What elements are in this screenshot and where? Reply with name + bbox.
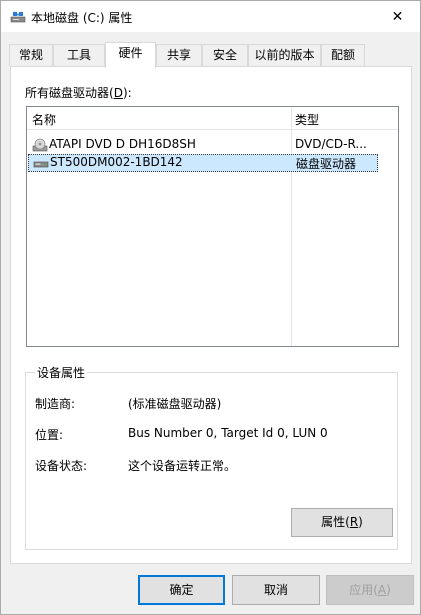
column-header-name[interactable]: 名称: [32, 111, 56, 128]
tab-sharing[interactable]: 共享: [156, 44, 202, 66]
manufacturer-value: (标准磁盘驱动器): [128, 397, 222, 411]
list-item[interactable]: ATAPI DVD D DH16D8SH DVD/CD-R...: [27, 136, 398, 154]
apply-button[interactable]: 应用(A): [326, 575, 414, 605]
group-title: 设备属性: [35, 364, 88, 381]
list-item[interactable]: ST500DM002-1BD142 磁盘驱动器: [28, 154, 378, 172]
column-header-type[interactable]: 类型: [295, 111, 319, 128]
tab-strip: 常规 工具 硬件 共享 安全 以前的版本 配额: [9, 42, 413, 68]
hard-disk-icon: [33, 161, 49, 168]
location-value: Bus Number 0, Target Id 0, LUN 0: [128, 426, 328, 440]
drive-icon: [10, 11, 26, 23]
dvd-drive-icon: [32, 138, 48, 152]
device-status-label: 设备状态:: [35, 459, 88, 473]
manufacturer-label: 制造商:: [35, 397, 76, 411]
close-button[interactable]: ✕: [375, 1, 420, 32]
title-bar: 本地磁盘 (C:) 属性 ✕: [1, 1, 420, 32]
tab-quota[interactable]: 配额: [321, 44, 365, 66]
device-name: ST500DM002-1BD142: [50, 155, 183, 169]
properties-dialog: 本地磁盘 (C:) 属性 ✕ 常规 工具 硬件 共享 安全 以前的版本 配额 所…: [0, 0, 421, 615]
tab-general[interactable]: 常规: [9, 44, 53, 66]
all-disks-label: 所有磁盘驱动器(D):: [25, 86, 132, 100]
device-properties-group: 设备属性 制造商: (标准磁盘驱动器) 位置: Bus Number 0, Ta…: [25, 364, 398, 550]
device-status-value: 这个设备运转正常。: [128, 459, 237, 473]
device-type: 磁盘驱动器: [296, 157, 357, 171]
close-icon: ✕: [391, 8, 404, 25]
list-header: 名称 类型: [27, 107, 398, 130]
disk-list[interactable]: 名称 类型 ATAPI DVD D DH16D8SH DVD/CD-R... S…: [26, 106, 399, 347]
location-label: 位置:: [35, 428, 64, 442]
tab-security[interactable]: 安全: [202, 44, 248, 66]
tab-tools[interactable]: 工具: [53, 44, 105, 66]
tab-hardware[interactable]: 硬件: [105, 42, 156, 68]
ok-button[interactable]: 确定: [138, 575, 225, 605]
properties-button[interactable]: 属性(R): [291, 508, 393, 537]
tab-previous-versions[interactable]: 以前的版本: [248, 44, 321, 66]
device-type: DVD/CD-R...: [295, 137, 367, 151]
cancel-button[interactable]: 取消: [232, 575, 320, 605]
window-title: 本地磁盘 (C:) 属性: [31, 11, 133, 25]
device-name: ATAPI DVD D DH16D8SH: [49, 137, 196, 151]
hardware-panel: 所有磁盘驱动器(D): 名称 类型 ATAPI DVD D DH16D8SH D…: [10, 66, 412, 564]
